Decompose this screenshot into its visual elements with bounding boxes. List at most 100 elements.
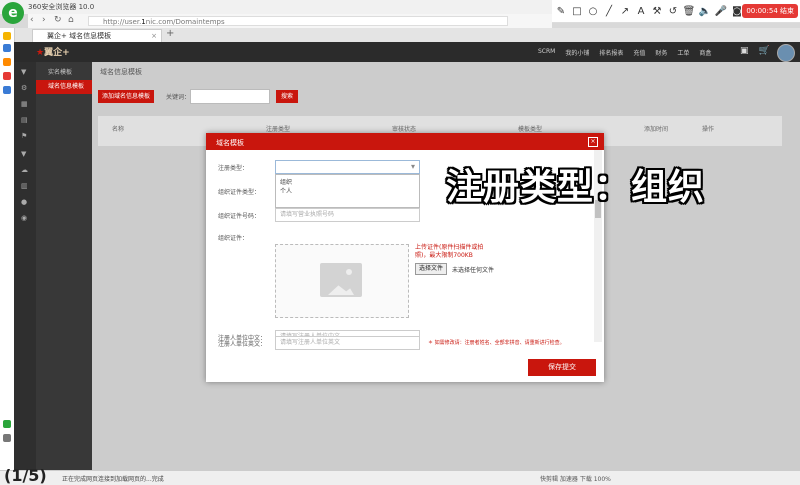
menu-header[interactable]: 实名模板	[48, 67, 72, 76]
annotation-toolbar: ✎ □ ○ ╱ ↗ A ⚒ ↺ 🗑 🔈 🎤 ◙ 00:00:54 结束	[552, 0, 800, 23]
text-tool-icon[interactable]: A	[634, 6, 648, 17]
refresh-icon[interactable]: ↻	[54, 15, 62, 25]
new-tab-button[interactable]: +	[166, 28, 174, 39]
screen: 360安全浏览器 10.0 e ✎ □ ○ ╱ ↗ A ⚒ ↺ 🗑 🔈 🎤 ◙ …	[0, 0, 800, 485]
top-nav-icons: ▣ 🛒	[740, 46, 778, 56]
id-number-label: 组织证件号码：	[218, 213, 261, 220]
modal-title: 域名模板	[216, 139, 244, 147]
star-icon: ★	[36, 48, 45, 58]
en-name-input[interactable]: 请填写注册人单位英文	[275, 336, 420, 350]
modal-header: 域名模板 ×	[206, 133, 604, 150]
message-icon[interactable]: ▣	[740, 46, 749, 56]
breadcrumb: 域名信息模板	[100, 68, 142, 76]
user-avatar[interactable]	[777, 44, 795, 62]
app-menu: 实名模板 域名信息模板	[36, 62, 92, 470]
undo-icon[interactable]: ↺	[666, 6, 680, 17]
grid-icon[interactable]: ▦	[21, 100, 29, 108]
drop-icon[interactable]: ●	[21, 198, 29, 206]
speaker-icon[interactable]: 🔈	[698, 6, 712, 17]
mic-icon[interactable]: 🎤	[714, 6, 728, 17]
settings-icon[interactable]: ⚙	[21, 84, 29, 92]
chevron-down-icon: ▾	[410, 162, 415, 171]
col-name: 名称	[112, 126, 125, 133]
square-icon[interactable]: □	[570, 6, 584, 17]
save-submit-button[interactable]: 保存提交	[528, 359, 596, 376]
tab-label: 翼企+ 域名信息模板	[47, 32, 112, 40]
line-icon[interactable]: ╱	[602, 6, 616, 17]
cloud-icon[interactable]: ☁	[21, 166, 29, 174]
nav-ticket[interactable]: 工单	[677, 48, 689, 57]
upload-hint: 上传证件(原件扫描件或拍照)，最大限制700KB	[415, 244, 484, 259]
nav-scrm[interactable]: SCRM	[538, 48, 555, 57]
image-placeholder-icon	[320, 263, 362, 297]
chart-icon[interactable]: ▤	[21, 116, 29, 124]
tab-close-icon[interactable]: ×	[151, 30, 157, 42]
security-icon[interactable]	[3, 420, 11, 428]
nav-my-shop[interactable]: 我的小铺	[565, 48, 589, 57]
home-icon[interactable]: ⌂	[68, 15, 74, 25]
status-right: 快剪辑 加速器 下载 100%	[540, 476, 611, 483]
expand-icon[interactable]: ▼	[21, 150, 29, 158]
browser-logo-icon[interactable]: e	[2, 2, 24, 24]
en-name-label: 注册人单位英文：	[218, 341, 267, 348]
flag-icon[interactable]: ⚑	[21, 132, 29, 140]
address-bar: ‹ › ↻ ⌂ http://user.1nic.com/Domaintemps	[28, 14, 552, 28]
option-organization[interactable]: 组织	[280, 177, 292, 186]
arrow-icon[interactable]: ↗	[618, 6, 632, 17]
col-template-type: 模板类型	[518, 126, 543, 133]
add-icon[interactable]	[3, 434, 11, 442]
app-icon-rail: ▼ ⚙ ▦ ▤ ⚑ ▼ ☁ ▥ ● ◉	[14, 62, 36, 470]
forward-icon[interactable]: ›	[42, 15, 46, 25]
tab-bar: 翼企+ 域名信息模板 × +	[14, 28, 800, 43]
back-icon[interactable]: ‹	[30, 15, 34, 25]
nav-rank-report[interactable]: 排名报表	[599, 48, 623, 57]
col-reg-type: 注册类型	[266, 126, 291, 133]
keyword-input[interactable]	[190, 89, 270, 104]
extension-icon[interactable]	[3, 72, 11, 80]
wand-icon[interactable]: ⚒	[650, 6, 664, 17]
url-suffix: nic.com/Domaintemps	[145, 18, 225, 26]
option-individual[interactable]: 个人	[280, 186, 292, 195]
reader-icon[interactable]	[3, 44, 11, 52]
col-add-time: 添加时间	[644, 126, 669, 133]
top-nav-items: SCRM 我的小铺 排名报表 充值 财务 工单 商盒	[538, 48, 721, 57]
reg-type-dropdown: 组织 个人	[275, 174, 420, 208]
delete-icon[interactable]: 🗑	[682, 6, 696, 17]
choose-file-button[interactable]: 选择文件	[415, 263, 448, 275]
slide-counter: (1/5)	[4, 466, 47, 485]
pen-icon[interactable]: ✎	[554, 6, 568, 17]
url-input[interactable]: http://user.1nic.com/Domaintemps	[88, 16, 508, 26]
game-icon[interactable]	[3, 58, 11, 66]
brand-logo[interactable]: ★翼企+	[36, 45, 70, 58]
tab-domain-template[interactable]: 翼企+ 域名信息模板 ×	[32, 29, 162, 42]
search-button[interactable]: 搜索	[276, 90, 299, 103]
collapse-icon[interactable]: ▼	[21, 68, 29, 76]
no-file-text: 未选择任何文件	[452, 267, 495, 274]
circle-icon[interactable]: ○	[586, 6, 600, 17]
url-prefix: http://user.	[103, 18, 142, 26]
record-timer-button[interactable]: 00:00:54 结束	[742, 4, 798, 18]
modify-note: ＊ 如需修改请：注册者姓名、全部非拼音、请重新进行检查。	[428, 340, 565, 346]
add-template-button[interactable]: 添加域名信息模板	[98, 90, 155, 103]
keyword-label: 关键词：	[166, 94, 191, 101]
video-caption: 注册类型：组织	[446, 167, 706, 208]
menu-item-domain-template[interactable]: 域名信息模板	[36, 80, 92, 94]
col-audit-status: 审核状态	[392, 126, 417, 133]
id-type-label: 组织证件类型：	[218, 189, 261, 196]
notes-icon[interactable]	[3, 86, 11, 94]
nav-finance[interactable]: 财务	[655, 48, 667, 57]
image-sun	[346, 269, 352, 275]
id-number-input[interactable]: 请填写营业执照号码	[275, 208, 420, 222]
modal-close-icon[interactable]: ×	[588, 137, 598, 147]
lock-icon[interactable]: ▥	[21, 182, 29, 190]
status-text: 正在完成网页连接到加载网页的...完成	[62, 476, 164, 483]
browser-sidebar	[0, 28, 15, 470]
nav-box[interactable]: 商盒	[699, 48, 711, 57]
reg-type-label: 注册类型：	[218, 165, 249, 172]
info-icon[interactable]: ◉	[21, 214, 29, 222]
reg-type-select[interactable]: ▾	[275, 160, 420, 174]
id-doc-label: 组织证件：	[218, 235, 249, 242]
favorites-icon[interactable]	[3, 32, 11, 40]
cart-icon[interactable]: 🛒	[759, 46, 770, 56]
nav-recharge[interactable]: 充值	[633, 48, 645, 57]
